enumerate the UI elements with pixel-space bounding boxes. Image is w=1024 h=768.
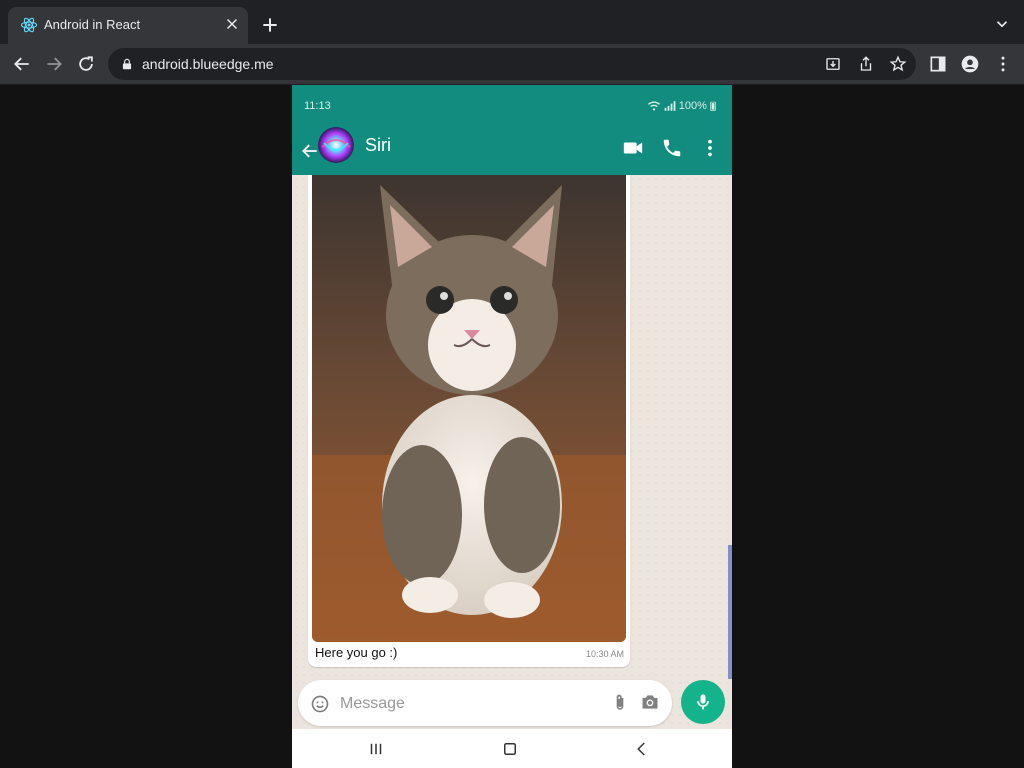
browser-menu-icon[interactable] [993, 54, 1013, 74]
reload-icon[interactable] [76, 54, 96, 74]
camera-icon[interactable] [639, 692, 661, 712]
battery-icon [710, 101, 716, 112]
chat-messages-area[interactable]: Here you go :) 10:30 AM [292, 175, 732, 729]
browser-tabbar: Android in React [0, 0, 1024, 44]
android-phone-screen: 11:13 100% Siri Here you go:) 10:30 AM … [292, 85, 732, 768]
react-icon [20, 17, 38, 33]
profile-avatar-icon[interactable] [960, 54, 980, 74]
contact-name[interactable]: Siri [365, 135, 391, 156]
address-bar[interactable]: android.blueedge.me [108, 48, 916, 80]
emoji-icon[interactable] [310, 694, 330, 714]
message-composer [298, 680, 672, 726]
status-time: 11:13 [304, 100, 331, 112]
more-options-icon[interactable] [699, 137, 721, 159]
tab-title: Android in React [44, 17, 141, 32]
attachment-icon[interactable] [610, 692, 630, 714]
page-viewport: 11:13 100% Siri Here you go:) 10:30 AM … [0, 85, 1024, 768]
android-status-bar: 11:13 100% [292, 85, 732, 127]
battery-level: 100% [678, 100, 707, 112]
forward-icon[interactable] [44, 54, 64, 74]
status-icons: 100% [647, 100, 716, 112]
chat-scrollbar[interactable] [728, 545, 732, 679]
browser-tab-active[interactable]: Android in React [8, 7, 248, 44]
install-app-icon[interactable] [824, 55, 842, 73]
kitten-photo[interactable] [312, 175, 626, 642]
recent-apps-icon[interactable] [367, 740, 385, 758]
message-input[interactable] [338, 690, 582, 718]
close-tab-icon[interactable] [223, 15, 241, 33]
tab-search-chevron-icon[interactable] [993, 15, 1011, 33]
android-nav-bar [292, 729, 732, 768]
side-panel-icon[interactable] [928, 54, 948, 74]
chat-header: Siri [292, 127, 732, 175]
voice-record-button[interactable] [681, 680, 725, 724]
android-back-icon[interactable] [633, 740, 651, 758]
kitten-image [312, 175, 626, 642]
home-icon[interactable] [501, 740, 519, 758]
back-arrow-icon[interactable] [300, 141, 320, 161]
microphone-icon [697, 694, 709, 710]
contact-avatar[interactable] [318, 127, 354, 163]
share-icon[interactable] [857, 55, 875, 73]
wifi-icon [647, 101, 660, 111]
video-call-icon[interactable] [622, 137, 644, 159]
signal-icon [664, 101, 676, 111]
url-text: android.blueedge.me [142, 56, 274, 72]
voice-call-icon[interactable] [661, 137, 683, 159]
bookmark-star-icon[interactable] [889, 55, 907, 73]
message-time: 10:30 AM [585, 649, 624, 659]
siri-orb-icon [318, 127, 354, 163]
lock-icon[interactable] [120, 56, 134, 72]
message-text: Here you go :) [315, 645, 398, 660]
message-bubble[interactable]: Here you go :) 10:30 AM [308, 175, 630, 667]
new-tab-icon[interactable] [260, 15, 280, 35]
browser-toolbar: android.blueedge.me [0, 44, 1024, 85]
back-icon[interactable] [12, 54, 32, 74]
